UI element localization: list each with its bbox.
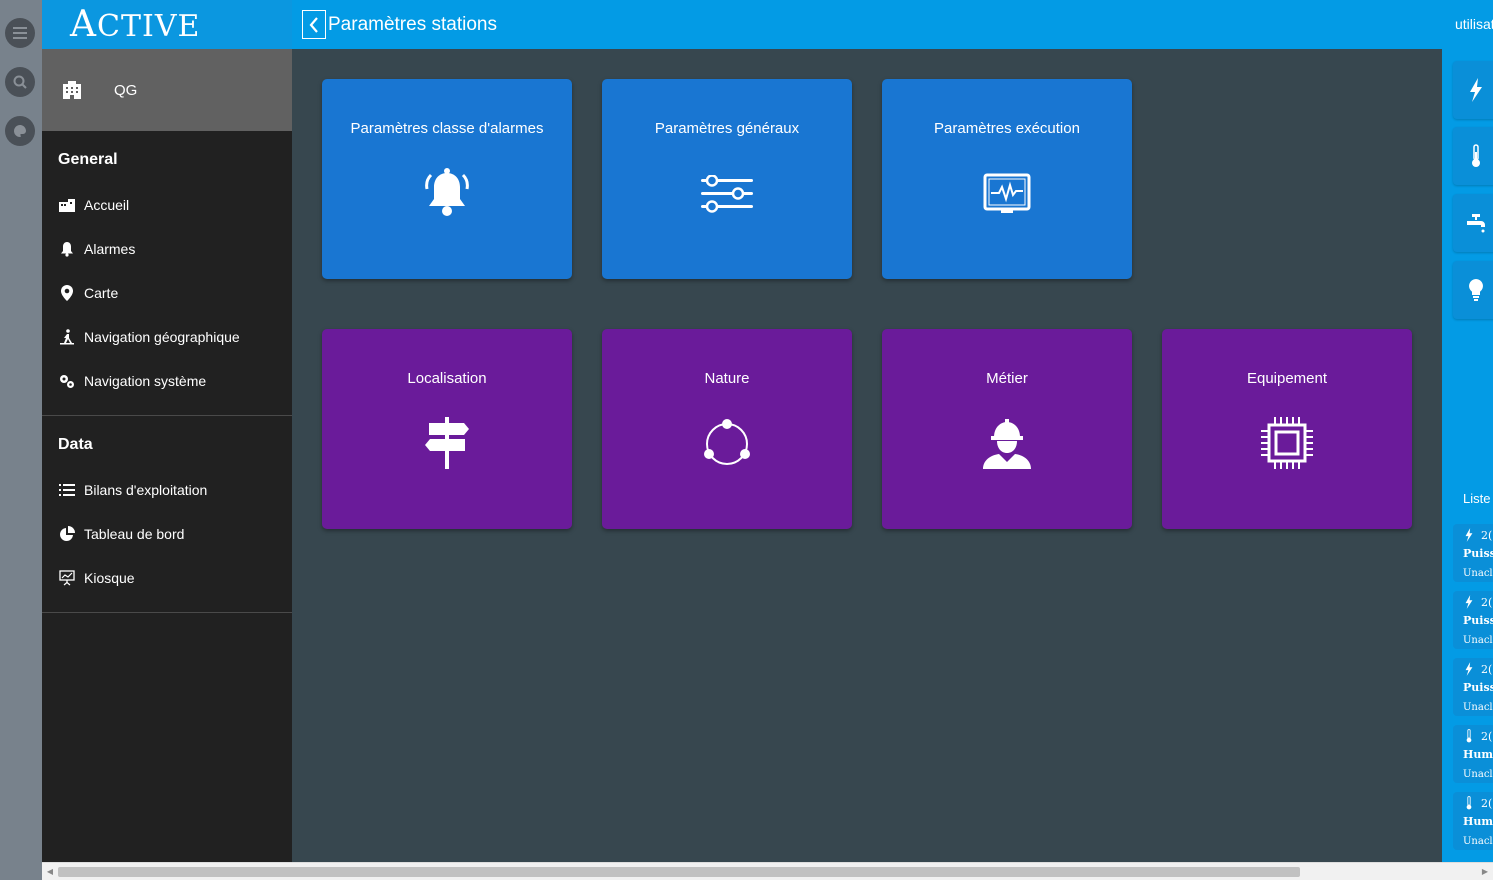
thermometer-icon <box>1466 796 1472 810</box>
cycle-icon <box>704 419 750 465</box>
menu-button[interactable] <box>5 18 35 48</box>
tile-nature[interactable]: Nature <box>602 329 852 529</box>
user-menu[interactable]: utilisateur <box>1455 16 1493 32</box>
geo-navigation-icon <box>60 329 74 345</box>
palette-icon <box>14 125 26 137</box>
alarm-list-item[interactable]: 2( Puiss Unacl <box>1453 591 1493 649</box>
alarm-list-item[interactable]: 2( Puiss Unacl <box>1453 524 1493 582</box>
filter-temperature-button[interactable] <box>1453 127 1493 185</box>
tile-label: Paramètres classe d'alarmes <box>350 120 544 137</box>
bulb-icon <box>1468 279 1483 301</box>
sidebar-item-alarmes[interactable]: Alarmes <box>42 227 292 271</box>
left-rail <box>0 0 42 880</box>
page-title: Paramètres stations <box>328 14 497 35</box>
menu-icon <box>13 27 27 39</box>
sidebar-item-bilans[interactable]: Bilans d'exploitation <box>42 468 292 512</box>
lightning-icon <box>1465 595 1473 609</box>
sidebar-item-label: Navigation géographique <box>84 329 240 345</box>
sidebar: ACTIVE QG General Accueil Alarmes Carte … <box>42 0 292 862</box>
search-icon <box>13 75 27 89</box>
sidebar-item-label: Carte <box>84 285 119 301</box>
sidebar-item-kiosque[interactable]: Kiosque <box>42 556 292 600</box>
filter-water-button[interactable] <box>1453 194 1493 252</box>
sidebar-item-label: Kiosque <box>84 570 135 586</box>
scroll-right-arrow[interactable]: ▶ <box>1480 867 1490 877</box>
alarm-list-item[interactable]: 2( Puiss Unacl <box>1453 658 1493 716</box>
sidebar-item-label: Tableau de bord <box>84 526 185 542</box>
divider <box>42 612 292 613</box>
sidebar-item-label: Alarmes <box>84 241 136 257</box>
filter-lighting-button[interactable] <box>1453 261 1493 319</box>
logo-area: ACTIVE <box>42 0 292 49</box>
faucet-icon <box>1466 214 1485 233</box>
section-title-general: General <box>58 151 118 168</box>
sliders-icon <box>701 175 753 213</box>
site-selector[interactable]: QG <box>42 49 292 131</box>
bell-icon <box>425 168 469 216</box>
scroll-left-arrow[interactable]: ◀ <box>45 867 55 877</box>
site-name: QG <box>114 81 138 99</box>
signpost-icon <box>425 417 469 469</box>
sidebar-item-navigation-systeme[interactable]: Navigation système <box>42 359 292 403</box>
home-buildings-icon <box>59 199 75 212</box>
alarm-list-item[interactable]: 2( Humi Unacl <box>1453 792 1493 850</box>
tile-label: Localisation <box>407 370 487 387</box>
search-button[interactable] <box>5 67 35 97</box>
tile-label: Equipement <box>1246 370 1328 387</box>
tile-label: Métier <box>986 370 1028 387</box>
thermometer-icon <box>1471 144 1480 167</box>
sidebar-item-accueil[interactable]: Accueil <box>42 183 292 227</box>
theme-button[interactable] <box>5 116 35 146</box>
alarm-list-label: Liste <box>1463 491 1491 506</box>
top-header: Paramètres stations utilisateur <box>292 0 1493 49</box>
back-button[interactable] <box>302 10 326 39</box>
tile-localisation[interactable]: Localisation <box>322 329 572 529</box>
logo: ACTIVE <box>70 4 201 45</box>
tile-equipement[interactable]: Equipement <box>1162 329 1412 529</box>
gears-icon <box>60 375 74 388</box>
building-icon <box>63 81 81 99</box>
sidebar-item-carte[interactable]: Carte <box>42 271 292 315</box>
tile-parametres-execution[interactable]: Paramètres exécution <box>882 79 1132 279</box>
tile-metier[interactable]: Métier <box>882 329 1132 529</box>
tile-parametres-classe-alarmes[interactable]: Paramètres classe d'alarmes <box>322 79 572 279</box>
chip-icon <box>1261 417 1313 469</box>
pie-chart-icon <box>60 526 75 541</box>
list-icon <box>59 484 75 496</box>
alarm-list-item[interactable]: 2( Humi Unacl <box>1453 725 1493 783</box>
lightning-icon <box>1465 662 1473 676</box>
map-pin-icon <box>61 285 73 301</box>
thermometer-icon <box>1466 729 1472 743</box>
lightning-icon <box>1469 78 1482 102</box>
tile-label: Paramètres exécution <box>934 120 1080 137</box>
tile-parametres-generaux[interactable]: Paramètres généraux <box>602 79 852 279</box>
tile-label: Paramètres généraux <box>654 120 800 137</box>
filter-electricity-button[interactable] <box>1453 61 1493 119</box>
sidebar-item-label: Bilans d'exploitation <box>84 482 208 498</box>
right-panel: Liste 2( Puiss Unacl 2( Puiss Unacl 2( P… <box>1442 49 1493 862</box>
chevron-left-icon <box>309 16 318 33</box>
sidebar-item-label: Navigation système <box>84 373 207 389</box>
sidebar-item-navigation-geographique[interactable]: Navigation géographique <box>42 315 292 359</box>
section-title-data: Data <box>58 436 93 453</box>
bell-icon <box>61 242 73 257</box>
worker-icon <box>983 419 1031 469</box>
scrollbar-thumb[interactable] <box>58 867 1300 877</box>
tile-label: Nature <box>704 370 750 387</box>
sidebar-item-label: Accueil <box>84 197 130 213</box>
lightning-icon <box>1465 528 1473 542</box>
monitor-pulse-icon <box>983 173 1031 213</box>
sidebar-item-tableau-de-bord[interactable]: Tableau de bord <box>42 512 292 556</box>
presentation-icon <box>59 570 75 586</box>
horizontal-scrollbar[interactable]: ◀ ▶ <box>42 862 1493 880</box>
